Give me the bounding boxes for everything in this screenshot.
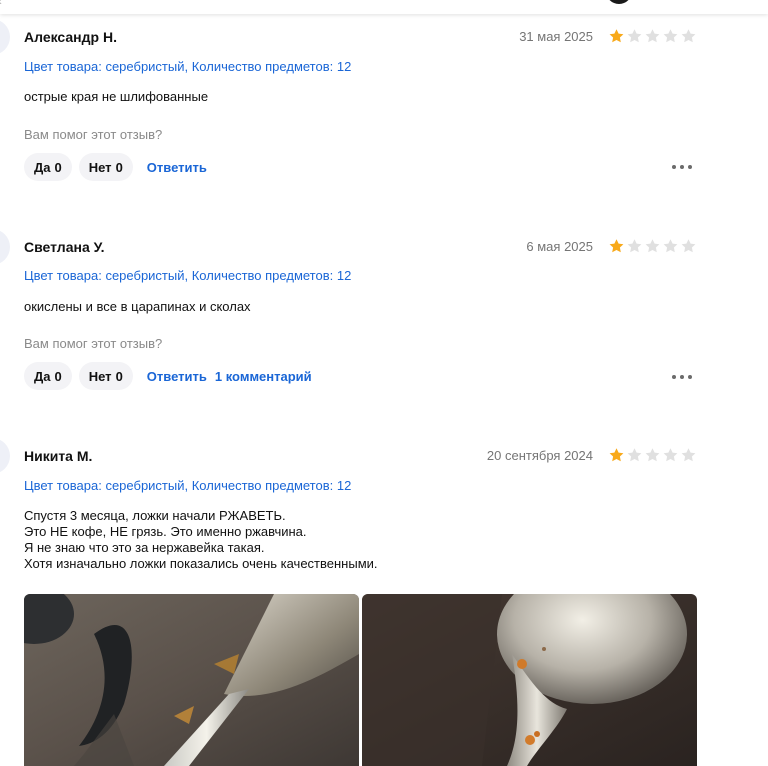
review-author: Александр Н. (24, 29, 117, 45)
reply-button[interactable]: Ответить (147, 369, 207, 384)
star-icon (681, 448, 696, 462)
vote-no-label: Нет (88, 159, 112, 175)
rating-stars (608, 238, 697, 254)
top-bar: ‹ (0, 0, 768, 14)
star-icon (681, 239, 696, 253)
helpful-question: Вам помог этот отзыв? (24, 336, 163, 351)
star-icon (663, 239, 678, 253)
reply-button[interactable]: Ответить (147, 160, 207, 175)
vote-yes-count: 0 (54, 368, 62, 384)
vote-no-count: 0 (115, 159, 123, 175)
vote-yes-button[interactable]: Да 0 (24, 153, 72, 181)
back-arrow-icon[interactable]: ‹ (0, 0, 2, 8)
helpful-question: Вам помог этот отзыв? (24, 127, 163, 142)
product-params[interactable]: Цвет товара: серебристый, Количество пре… (24, 268, 351, 283)
review-actions: Да 0 Нет 0 Ответить (24, 153, 215, 181)
avatar (0, 229, 10, 265)
star-icon (645, 29, 660, 43)
vote-no-label: Нет (88, 368, 112, 384)
star-icon (609, 239, 624, 253)
star-icon (681, 29, 696, 43)
more-dots-icon[interactable] (672, 161, 692, 173)
review-author: Светлана У. (24, 239, 105, 255)
review-date: 31 мая 2025 (519, 29, 593, 44)
review-text: окислены и все в царапинах и сколах (24, 299, 251, 314)
review-text: острые края не шлифованные (24, 89, 209, 104)
vote-no-button[interactable]: Нет 0 (78, 153, 133, 181)
product-params[interactable]: Цвет товара: серебристый, Количество пре… (24, 478, 351, 493)
more-dots-icon[interactable] (672, 371, 692, 383)
star-icon (609, 29, 624, 43)
comments-link[interactable]: 1 комментарий (215, 369, 312, 384)
review-photo-1[interactable] (24, 594, 359, 766)
vote-yes-count: 0 (54, 159, 62, 175)
review-actions: Да 0 Нет 0 Ответить 1 комментарий (24, 362, 320, 390)
avatar (0, 438, 10, 474)
star-icon (663, 448, 678, 462)
review-date: 20 сентября 2024 (486, 448, 593, 463)
vote-yes-button[interactable]: Да 0 (24, 362, 72, 390)
rating-stars (608, 28, 697, 44)
vote-no-count: 0 (115, 368, 123, 384)
toolbar-icon[interactable] (606, 0, 632, 4)
review-author: Никита М. (24, 448, 93, 464)
star-icon (645, 448, 660, 462)
vote-yes-label: Да (34, 159, 51, 175)
star-icon (609, 448, 624, 462)
star-icon (627, 239, 642, 253)
rating-stars (608, 447, 697, 463)
star-icon (663, 29, 678, 43)
product-params[interactable]: Цвет товара: серебристый, Количество пре… (24, 59, 351, 74)
vote-yes-label: Да (34, 368, 51, 384)
star-icon (627, 29, 642, 43)
vote-no-button[interactable]: Нет 0 (78, 362, 133, 390)
review-date: 6 мая 2025 (526, 239, 593, 254)
star-icon (645, 239, 660, 253)
review-photo-2[interactable] (362, 594, 697, 766)
star-icon (627, 448, 642, 462)
review-text: Спустя 3 месяца, ложки начали РЖАВЕТЬ. Э… (24, 508, 378, 571)
avatar (0, 19, 10, 55)
